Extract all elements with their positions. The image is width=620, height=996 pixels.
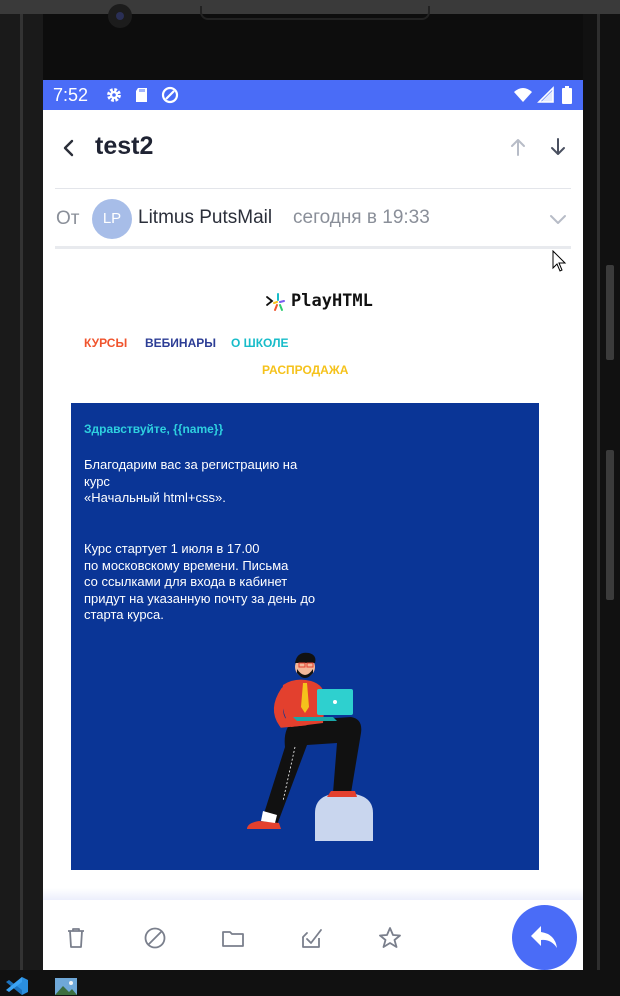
brand-name: PlayHTML (291, 291, 373, 311)
volume-button[interactable] (606, 265, 614, 360)
thanks-line: Благодарим вас за регистрацию на (84, 457, 298, 472)
mark-read-icon[interactable] (299, 925, 325, 951)
sd-card-icon (136, 88, 147, 102)
image-viewer-app-icon[interactable] (54, 976, 78, 996)
settings-icon (107, 88, 121, 102)
back-arrow-icon[interactable] (57, 136, 81, 160)
brand-logo-mark-icon (266, 293, 285, 311)
earpiece-speaker (200, 6, 430, 20)
phone-screen: 7:52 test2 От LP Litmus PutsMail сегодня… (43, 80, 583, 970)
chevron-down-icon[interactable] (547, 208, 569, 230)
menu-link-webinars[interactable]: ВЕБИНАРЫ (145, 336, 216, 350)
status-bar: 7:52 (43, 80, 583, 110)
block-icon[interactable] (142, 925, 168, 951)
header-divider (55, 188, 571, 189)
course-line: со ссылками для входа в кабинет (84, 574, 288, 589)
star-icon[interactable] (377, 925, 403, 951)
mouse-cursor-icon (552, 250, 567, 272)
course-start-paragraph: Курс стартует 1 июля в 17.00 по московск… (84, 541, 354, 624)
menu-link-about-school[interactable]: О ШКОЛЕ (231, 336, 289, 350)
front-camera (108, 4, 132, 28)
menu-link-courses[interactable]: КУРСЫ (84, 336, 127, 350)
menu-link-sale[interactable]: РАСПРОДАЖА (262, 363, 348, 377)
wifi-icon (514, 88, 532, 102)
course-line: Курс стартует 1 июля в 17.00 (84, 541, 260, 556)
folder-icon[interactable] (220, 925, 246, 951)
device-right-bezel (583, 14, 620, 970)
sender-name: Litmus PutsMail (138, 207, 273, 228)
thanks-line: «Начальный html+css». (84, 490, 226, 505)
next-message-arrow-icon[interactable] (547, 136, 569, 158)
data-saver-icon (161, 86, 179, 104)
course-line: по московскому времени. Письма (84, 557, 289, 573)
battery-icon (562, 86, 572, 104)
message-subject: test2 (95, 132, 154, 160)
person-with-laptop-illustration (247, 652, 373, 841)
previous-message-arrow-icon[interactable] (507, 136, 529, 158)
bottom-toolbar (43, 900, 583, 970)
trash-icon[interactable] (63, 925, 89, 951)
hero-banner: Здравствуйте, {{name}} Благодарим вас за… (71, 403, 539, 870)
host-taskbar (0, 970, 620, 996)
message-date: сегодня в 19:33 (293, 207, 430, 228)
from-label: От (56, 208, 80, 229)
device-top-bezel (0, 0, 620, 80)
course-line: старта курса. (84, 607, 164, 622)
thanks-line: курс (84, 473, 110, 489)
vscode-app-icon[interactable] (5, 976, 29, 996)
reply-icon (531, 926, 557, 948)
avatar: LP (92, 199, 132, 239)
sender-divider (55, 246, 571, 249)
greeting-text: Здравствуйте, {{name}} (84, 422, 224, 436)
thanks-paragraph: Благодарим вас за регистрацию на курс «Н… (84, 457, 344, 507)
power-button[interactable] (606, 450, 614, 600)
course-line: придут на указанную почту за день до (84, 590, 316, 606)
cellular-signal-icon (537, 86, 554, 103)
sender-row[interactable]: От LP Litmus PutsMail сегодня в 19:33 (43, 190, 583, 248)
message-header: test2 (43, 110, 583, 188)
reply-button[interactable] (512, 905, 577, 970)
status-time: 7:52 (53, 85, 89, 105)
device-left-bezel (0, 14, 43, 970)
